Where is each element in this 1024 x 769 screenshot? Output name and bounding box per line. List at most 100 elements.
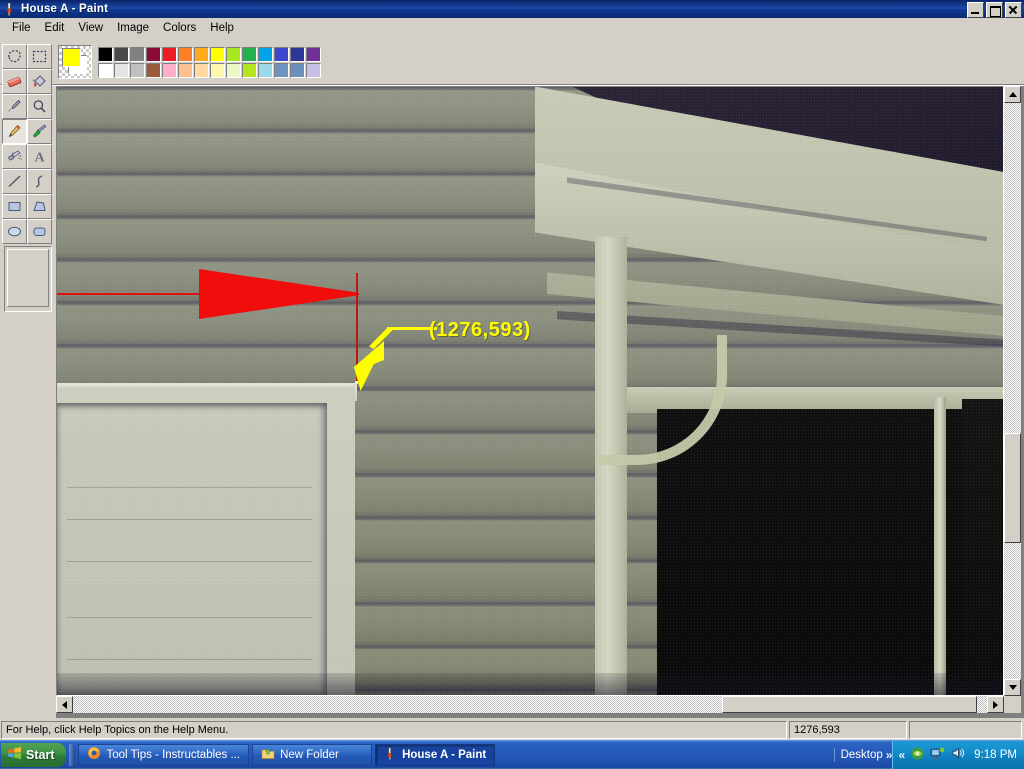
taskbar-grip[interactable] bbox=[69, 743, 76, 766]
network-icon[interactable] bbox=[930, 746, 946, 764]
status-coordinates: 1276,593 bbox=[789, 721, 907, 739]
foreground-shadow bbox=[57, 673, 1003, 695]
tool-line[interactable] bbox=[2, 169, 27, 194]
tool-eraser[interactable] bbox=[2, 69, 27, 94]
minimize-button[interactable] bbox=[967, 2, 984, 18]
chevron-up-icon bbox=[1008, 92, 1017, 97]
toolbar-overflow-icon[interactable]: » bbox=[886, 748, 893, 762]
firefox-icon bbox=[87, 746, 101, 763]
dark-porch-opening bbox=[657, 409, 1003, 695]
shield-icon[interactable] bbox=[910, 746, 925, 764]
close-button[interactable] bbox=[1005, 2, 1022, 18]
palette-swatch[interactable] bbox=[242, 62, 257, 78]
palette-swatch[interactable] bbox=[162, 46, 177, 62]
current-colors-indicator[interactable] bbox=[58, 45, 92, 79]
menu-help[interactable]: Help bbox=[203, 20, 241, 36]
tool-pencil[interactable] bbox=[2, 119, 27, 144]
taskbar-item-firefox[interactable]: Tool Tips - Instructables ... bbox=[78, 743, 250, 766]
scroll-up-button[interactable] bbox=[1004, 86, 1021, 103]
volume-icon[interactable] bbox=[951, 746, 966, 763]
scrollbar-corner bbox=[1004, 696, 1021, 713]
palette-swatch[interactable] bbox=[146, 46, 161, 62]
palette-swatch[interactable] bbox=[162, 62, 177, 78]
scroll-down-button[interactable] bbox=[1004, 679, 1021, 696]
taskbar: Start Tool Tips - Instructables ... New … bbox=[0, 740, 1024, 769]
palette-swatch[interactable] bbox=[226, 46, 241, 62]
palette-swatch[interactable] bbox=[194, 62, 209, 78]
palette-swatch[interactable] bbox=[194, 46, 209, 62]
tool-pick-color[interactable] bbox=[2, 94, 27, 119]
palette-swatch[interactable] bbox=[130, 62, 145, 78]
clock[interactable]: 9:18 PM bbox=[974, 749, 1017, 761]
corner-trim-post bbox=[595, 237, 627, 695]
palette-swatch[interactable] bbox=[242, 46, 257, 62]
palette-swatch[interactable] bbox=[274, 46, 289, 62]
maximize-restore-button[interactable] bbox=[986, 2, 1003, 18]
palette-swatch[interactable] bbox=[306, 46, 321, 62]
palette-swatch[interactable] bbox=[178, 62, 193, 78]
palette-swatch[interactable] bbox=[146, 62, 161, 78]
dark-opening-right bbox=[962, 399, 1003, 695]
window-title-bar[interactable]: House A - Paint bbox=[0, 0, 1024, 18]
tool-select[interactable] bbox=[27, 44, 52, 69]
paint-icon bbox=[3, 2, 17, 16]
start-label: Start bbox=[26, 747, 55, 762]
horizontal-scroll-thumb[interactable] bbox=[722, 696, 977, 713]
palette-swatch[interactable] bbox=[258, 62, 273, 78]
paint-icon bbox=[384, 747, 397, 763]
foreground-color-swatch[interactable] bbox=[62, 48, 81, 67]
desktop-toolbar[interactable]: Desktop » bbox=[833, 747, 893, 762]
menu-bar: File Edit View Image Colors Help bbox=[0, 18, 1024, 38]
tray-expand-icon[interactable]: « bbox=[898, 748, 905, 762]
canvas-area: (1276,593) bbox=[56, 86, 1024, 718]
tool-free-form-select[interactable] bbox=[2, 44, 27, 69]
chevron-down-icon bbox=[1008, 685, 1017, 690]
taskbar-item-label: House A - Paint bbox=[402, 748, 487, 761]
tool-brush[interactable] bbox=[27, 119, 52, 144]
scroll-right-button[interactable] bbox=[987, 696, 1004, 713]
palette-swatch[interactable] bbox=[98, 46, 113, 62]
vertical-scroll-track[interactable] bbox=[1004, 86, 1021, 696]
palette-swatch[interactable] bbox=[274, 62, 289, 78]
scroll-left-button[interactable] bbox=[56, 696, 73, 713]
palette-swatch[interactable] bbox=[226, 62, 241, 78]
palette-swatch[interactable] bbox=[178, 46, 193, 62]
palette-swatch[interactable] bbox=[98, 62, 113, 78]
palette-swatch[interactable] bbox=[210, 46, 225, 62]
menu-view[interactable]: View bbox=[71, 20, 110, 36]
palette-swatch[interactable] bbox=[114, 62, 129, 78]
palette-swatch[interactable] bbox=[306, 62, 321, 78]
porch-post bbox=[934, 397, 946, 695]
taskbar-item-paint[interactable]: House A - Paint bbox=[375, 743, 496, 766]
menu-edit[interactable]: Edit bbox=[38, 20, 72, 36]
tool-magnifier[interactable] bbox=[27, 94, 52, 119]
image-canvas[interactable]: (1276,593) bbox=[56, 86, 1004, 696]
tool-options-panel bbox=[4, 246, 52, 312]
tool-text[interactable]: A bbox=[27, 144, 52, 169]
tool-ellipse[interactable] bbox=[2, 219, 27, 244]
tool-polygon[interactable] bbox=[27, 194, 52, 219]
palette-swatch[interactable] bbox=[290, 46, 305, 62]
palette-swatch[interactable] bbox=[114, 46, 129, 62]
palette-swatch[interactable] bbox=[290, 62, 305, 78]
color-box bbox=[58, 44, 321, 80]
horizontal-scrollbar[interactable] bbox=[56, 696, 1004, 713]
status-help-text: For Help, click Help Topics on the Help … bbox=[1, 721, 787, 739]
menu-file[interactable]: File bbox=[5, 20, 38, 36]
vertical-scrollbar[interactable] bbox=[1004, 86, 1021, 696]
color-palette bbox=[98, 46, 321, 78]
menu-image[interactable]: Image bbox=[110, 20, 156, 36]
tool-rounded-rectangle[interactable] bbox=[27, 219, 52, 244]
menu-colors[interactable]: Colors bbox=[156, 20, 203, 36]
palette-swatch[interactable] bbox=[258, 46, 273, 62]
tool-fill-with-color[interactable] bbox=[27, 69, 52, 94]
tool-rectangle[interactable] bbox=[2, 194, 27, 219]
start-button[interactable]: Start bbox=[1, 742, 67, 767]
tool-curve[interactable] bbox=[27, 169, 52, 194]
vertical-scroll-thumb[interactable] bbox=[1004, 433, 1021, 543]
palette-swatch[interactable] bbox=[130, 46, 145, 62]
palette-swatch[interactable] bbox=[210, 62, 225, 78]
tool-airbrush[interactable] bbox=[2, 144, 27, 169]
taskbar-item-new-folder[interactable]: New Folder bbox=[252, 743, 373, 766]
chevron-left-icon bbox=[62, 700, 67, 709]
